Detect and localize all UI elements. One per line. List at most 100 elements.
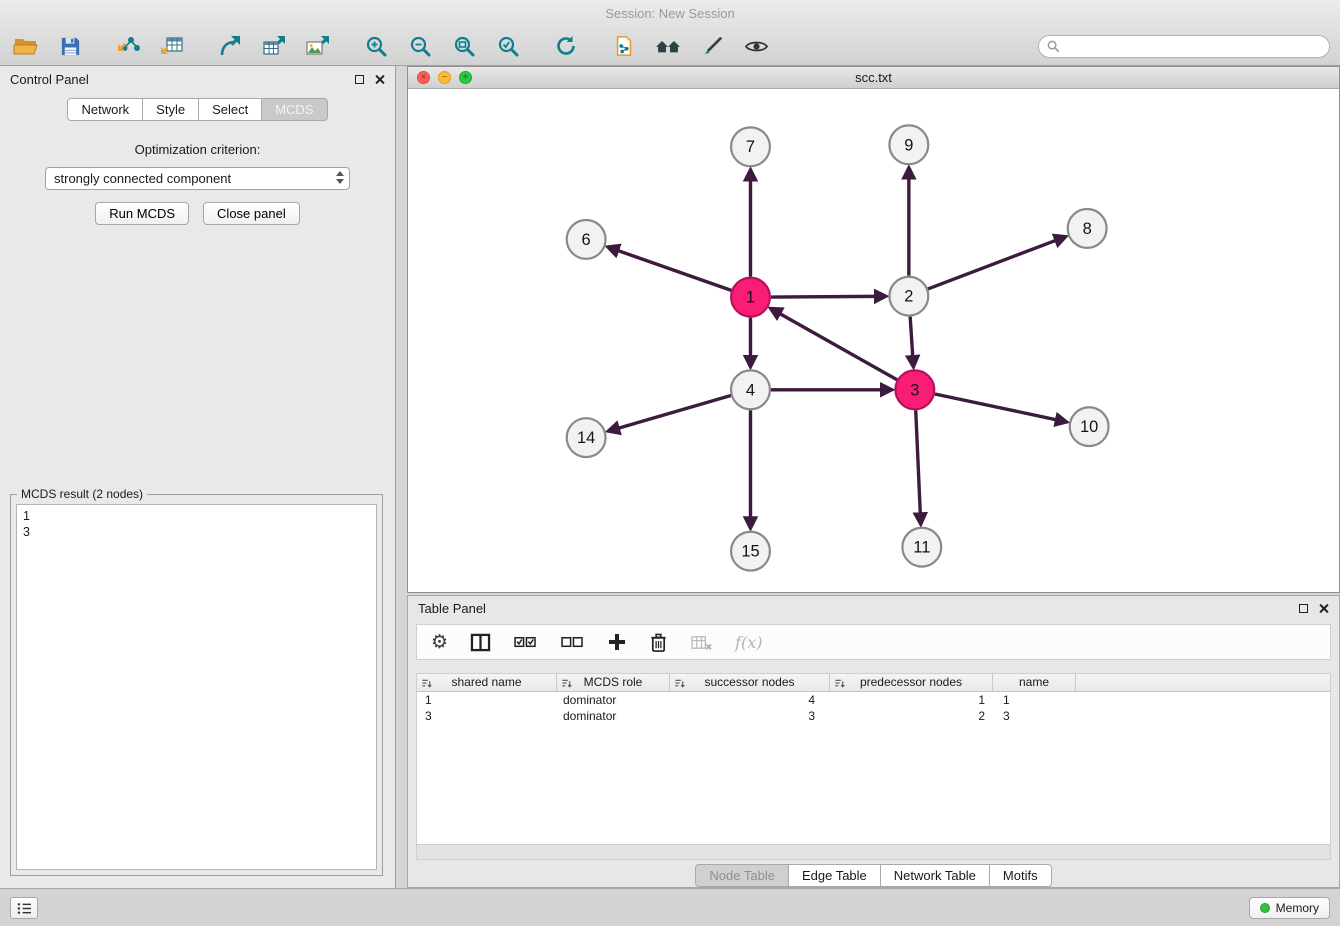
zoom-selected-icon[interactable] [492,31,524,61]
table-cell: dominator [557,708,670,724]
zoom-fit-icon[interactable] [448,31,480,61]
open-folder-icon[interactable] [10,31,42,61]
close-window-icon[interactable]: × [417,71,430,84]
task-history-button[interactable] [10,897,38,919]
zoom-in-icon[interactable] [360,31,392,61]
add-column-icon[interactable] [607,632,627,652]
control-panel-title: Control Panel [10,72,89,87]
run-mcds-button[interactable]: Run MCDS [95,202,189,225]
clear-selection-icon[interactable] [560,633,585,652]
node-label: 9 [904,136,913,154]
node-table: shared name MCDS role successor nodes pr… [416,673,1331,845]
tab-node-table[interactable]: Node Table [695,864,789,887]
edge-3-11[interactable] [916,410,921,514]
network-canvas[interactable]: 7 9 6 8 1 2 4 3 14 10 15 11 [408,89,1339,592]
node-9[interactable]: 9 [889,125,928,164]
delete-column-icon[interactable] [649,632,668,653]
delete-table-icon[interactable] [690,633,713,652]
node-label: 3 [910,381,919,399]
import-table-icon[interactable] [156,31,188,61]
node-7[interactable]: 7 [731,127,770,166]
eye-icon[interactable] [740,31,772,61]
node-15[interactable]: 15 [731,532,770,571]
search-box[interactable] [1038,35,1330,58]
edge-2-8[interactable] [928,240,1056,289]
table-row[interactable]: 1dominator411 [417,692,1330,708]
export-network-icon[interactable] [214,31,246,61]
close-panel-button[interactable]: Close panel [203,202,300,225]
close-panel-icon[interactable] [374,74,385,85]
maximize-window-icon[interactable]: + [459,71,472,84]
edge-3-10[interactable] [935,394,1057,420]
criterion-dropdown[interactable]: strongly connected component [45,167,350,190]
column-header-mcds-role[interactable]: MCDS role [557,674,670,691]
edge-1-2[interactable] [771,296,876,297]
table-row[interactable]: 3dominator323 [417,708,1330,724]
memory-status-icon [1260,903,1270,913]
optimization-criterion-label: Optimization criterion: [0,142,395,157]
titlebar: Session: New Session [0,0,1340,26]
select-all-icon[interactable] [513,633,538,652]
column-header-successor-nodes[interactable]: successor nodes [670,674,830,691]
export-image-icon[interactable] [302,31,334,61]
edge-2-3[interactable] [910,317,913,357]
table-cell: 4 [670,692,830,708]
table-cell: dominator [557,692,670,708]
import-network-icon[interactable] [112,31,144,61]
search-input[interactable] [1065,39,1321,53]
close-table-panel-icon[interactable] [1318,603,1329,614]
minimize-window-icon[interactable]: − [438,71,451,84]
node-8[interactable]: 8 [1068,209,1107,248]
table-horizontal-scrollbar[interactable] [416,845,1331,860]
tab-edge-table[interactable]: Edge Table [788,864,881,887]
node-label: 14 [577,429,595,447]
mcds-result-title: MCDS result (2 nodes) [17,487,147,501]
gear-icon[interactable]: ⚙ [431,633,448,652]
tab-network[interactable]: Network [67,98,143,121]
node-label: 10 [1080,418,1098,436]
tab-style[interactable]: Style [142,98,199,121]
node-14[interactable]: 14 [567,418,606,457]
result-item[interactable]: 3 [23,524,370,540]
tab-mcds[interactable]: MCDS [261,98,327,121]
split-columns-icon[interactable] [470,633,491,652]
memory-label: Memory [1276,901,1319,915]
edge-1-6[interactable] [618,250,732,290]
zoom-out-icon[interactable] [404,31,436,61]
edge-4-14[interactable] [618,395,731,428]
tab-motifs[interactable]: Motifs [989,864,1052,887]
sort-icon [561,677,572,694]
table-cell: 1 [830,692,993,708]
node-4[interactable]: 4 [731,370,770,409]
table-cell: 3 [417,708,557,724]
node-label: 4 [746,381,755,399]
export-table-icon[interactable] [258,31,290,61]
float-table-panel-icon[interactable] [1299,604,1308,613]
sort-icon [834,677,845,694]
tab-select[interactable]: Select [198,98,262,121]
memory-button[interactable]: Memory [1249,897,1330,919]
node-6[interactable]: 6 [567,220,606,259]
column-header-shared-name[interactable]: shared name [417,674,557,691]
column-header-predecessor-nodes[interactable]: predecessor nodes [830,674,993,691]
refresh-icon[interactable] [550,31,582,61]
document-network-icon[interactable] [608,31,640,61]
function-builder-icon[interactable]: f(x) [735,633,762,652]
tab-network-table[interactable]: Network Table [880,864,990,887]
edge-3-1[interactable] [780,314,897,380]
style-brush-icon[interactable] [696,31,728,61]
mcds-result-list[interactable]: 13 [16,504,377,870]
node-10[interactable]: 10 [1070,407,1109,446]
mcds-buttons: Run MCDS Close panel [0,202,395,225]
result-item[interactable]: 1 [23,508,370,524]
window-title: Session: New Session [605,6,734,21]
save-icon[interactable] [54,31,86,61]
node-1[interactable]: 1 [731,278,770,317]
node-2[interactable]: 2 [889,277,928,316]
node-11[interactable]: 11 [902,528,941,567]
node-3[interactable]: 3 [895,370,934,409]
float-panel-icon[interactable] [355,75,364,84]
column-header-name[interactable]: name [993,674,1076,691]
network-window-title: scc.txt [855,70,892,85]
double-home-icon[interactable] [652,31,684,61]
